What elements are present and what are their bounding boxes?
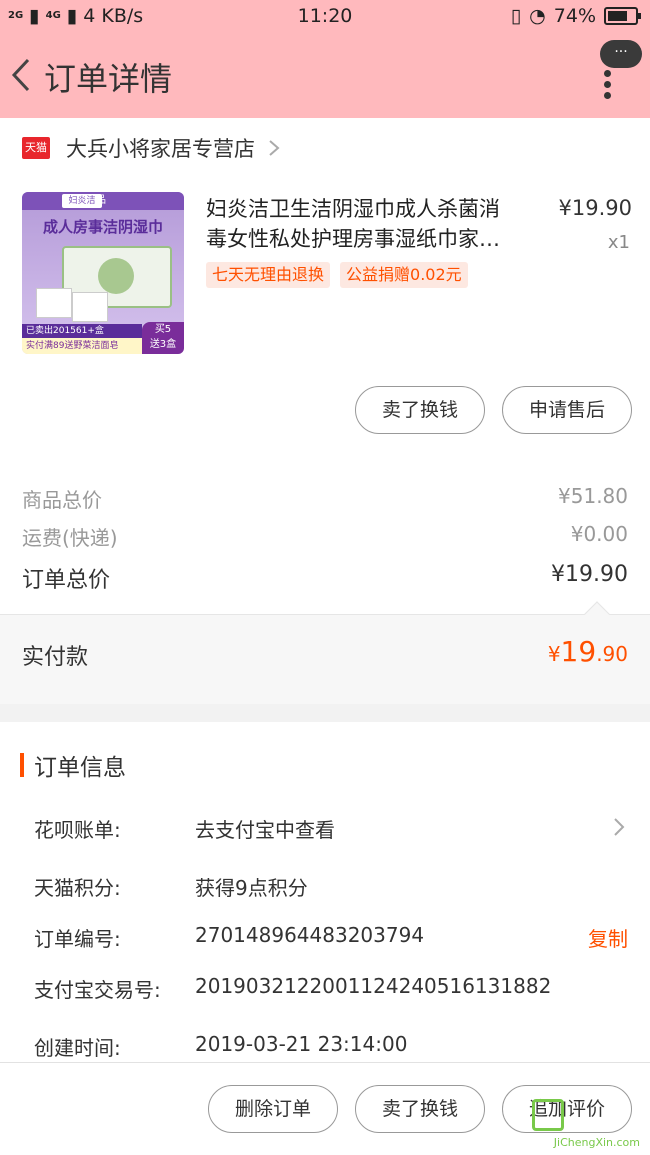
page-title: 订单详情: [44, 60, 173, 98]
order-card: 天猫 大兵小将家居专营店 官网正品 妇炎洁 成人房事洁阴湿巾 已卖出201561…: [0, 118, 650, 704]
service-tags: 七天无理由退换 公益捐赠0.02元: [206, 262, 468, 288]
battery-icon: [604, 7, 641, 25]
charity-tag: 公益捐赠0.02元: [340, 262, 468, 288]
info-value: 2019032122001124240516131882: [195, 974, 552, 998]
info-key: 天猫积分:: [34, 876, 121, 900]
sell-for-cash-button[interactable]: 卖了换钱: [355, 386, 485, 434]
thumb-wipe-pack: [36, 288, 72, 318]
goods-total-value: ¥51.80: [558, 484, 628, 508]
shipping-label: 运费(快递): [22, 526, 118, 550]
status-bar: 2G ▮ 4G ▮ 4 KB/s 11:20 ▯ ◔ 74%: [0, 0, 650, 34]
product-title-line2: 毒女性私处护理房事湿纸巾家…: [206, 227, 500, 251]
vertical-dots-icon[interactable]: [604, 70, 612, 100]
back-arrow-icon[interactable]: [8, 56, 36, 94]
more-menu-button[interactable]: ···: [600, 40, 642, 68]
thumb-headline: 成人房事洁阴湿巾: [42, 218, 163, 236]
order-number-row: 订单编号: 270148964483203794 复制: [34, 923, 630, 955]
battery-percent: 74%: [553, 5, 596, 27]
thumb-deal-badge: 买5 送3盒: [142, 322, 184, 354]
product-title-line1: 妇炎洁卫生洁阴湿巾成人杀菌消: [206, 197, 500, 221]
product-price: ¥19.90: [558, 196, 632, 220]
copy-button[interactable]: 复制: [588, 923, 628, 952]
info-value: 获得9点积分: [195, 876, 308, 900]
top-area: 2G ▮ 4G ▮ 4 KB/s 11:20 ▯ ◔ 74% 订单详情 ···: [0, 0, 650, 118]
paid-integer: 19: [560, 635, 597, 668]
chevron-right-icon: [614, 818, 625, 836]
alipay-trade-row: 支付宝交易号: 2019032122001124240516131882: [34, 974, 630, 1006]
shop-name: 大兵小将家居专营店: [66, 137, 255, 161]
product-title[interactable]: 妇炎洁卫生洁阴湿巾成人杀菌消 毒女性私处护理房事湿纸巾家…: [206, 194, 536, 254]
after-sale-button[interactable]: 申请售后: [502, 386, 632, 434]
caret-pointer: [584, 601, 610, 627]
thumb-banner: 官网正品: [22, 192, 184, 210]
shop-link[interactable]: 天猫 大兵小将家居专营店: [22, 128, 281, 168]
thumb-promo: 实付满89送野菜洁面皂: [22, 338, 142, 354]
bottom-action-bar: 删除订单 卖了换钱 追加评价 JiChengXin.com: [0, 1062, 650, 1155]
info-value: 去支付宝中查看: [195, 818, 335, 842]
created-time-row: 创建时间: 2019-03-21 23:14:00: [34, 1032, 630, 1064]
watermark-logo-icon: [532, 1099, 564, 1131]
section-accent-bar: [20, 753, 24, 777]
thumb-brand-logo: 妇炎洁: [62, 194, 102, 208]
tmall-badge-icon: 天猫: [22, 137, 50, 159]
chevron-right-icon: [269, 140, 280, 156]
order-info-title: 订单信息: [34, 755, 126, 781]
product-thumbnail[interactable]: 官网正品 妇炎洁 成人房事洁阴湿巾 已卖出201561+盒 实付满89送野菜洁面…: [22, 192, 184, 354]
order-total-value: ¥19.90: [551, 562, 628, 587]
info-key: 创建时间:: [34, 1036, 121, 1060]
delete-order-button[interactable]: 删除订单: [208, 1085, 338, 1133]
huabei-bill-row[interactable]: 花呗账单: 去支付宝中查看: [34, 814, 630, 846]
vibrate-icon: ▯: [510, 5, 522, 27]
paid-currency: ¥: [547, 642, 561, 666]
order-number-value: 270148964483203794: [195, 923, 425, 947]
return-policy-tag: 七天无理由退换: [206, 262, 331, 288]
paid-value: ¥19.90: [548, 635, 628, 668]
order-info-header: 订单信息: [20, 748, 126, 782]
thumb-deal-line1: 买5: [154, 324, 172, 335]
info-key: 订单编号:: [34, 927, 121, 951]
order-info-section: 订单信息 花呗账单: 去支付宝中查看 天猫积分: 获得9点积分 订单编号: 27…: [0, 722, 650, 1062]
paid-label: 实付款: [22, 645, 89, 670]
product-quantity: x1: [607, 232, 630, 253]
rotation-lock-icon: ◔: [529, 5, 546, 27]
info-key: 花呗账单:: [34, 818, 121, 842]
sell-for-cash-button-bottom[interactable]: 卖了换钱: [355, 1085, 485, 1133]
nav-header: 订单详情 ···: [0, 34, 650, 118]
paid-amount-panel: 实付款 ¥19.90: [0, 601, 650, 704]
shipping-value: ¥0.00: [570, 522, 628, 546]
order-total-label: 订单总价: [22, 568, 111, 593]
thumb-wipe-pack-2: [72, 292, 108, 322]
thumb-deal-line2: 送3盒: [149, 339, 177, 350]
goods-total-label: 商品总价: [22, 488, 102, 512]
watermark-url: JiChengXin.com: [553, 1136, 640, 1149]
tmall-points-row: 天猫积分: 获得9点积分: [34, 872, 630, 904]
info-key: 支付宝交易号:: [34, 978, 161, 1002]
watermark: JiChengXin.com: [522, 1099, 642, 1151]
info-value: 2019-03-21 23:14:00: [195, 1032, 408, 1056]
paid-decimal: .90: [596, 642, 628, 666]
thumb-sold-count: 已卖出201561+盒: [22, 324, 142, 338]
